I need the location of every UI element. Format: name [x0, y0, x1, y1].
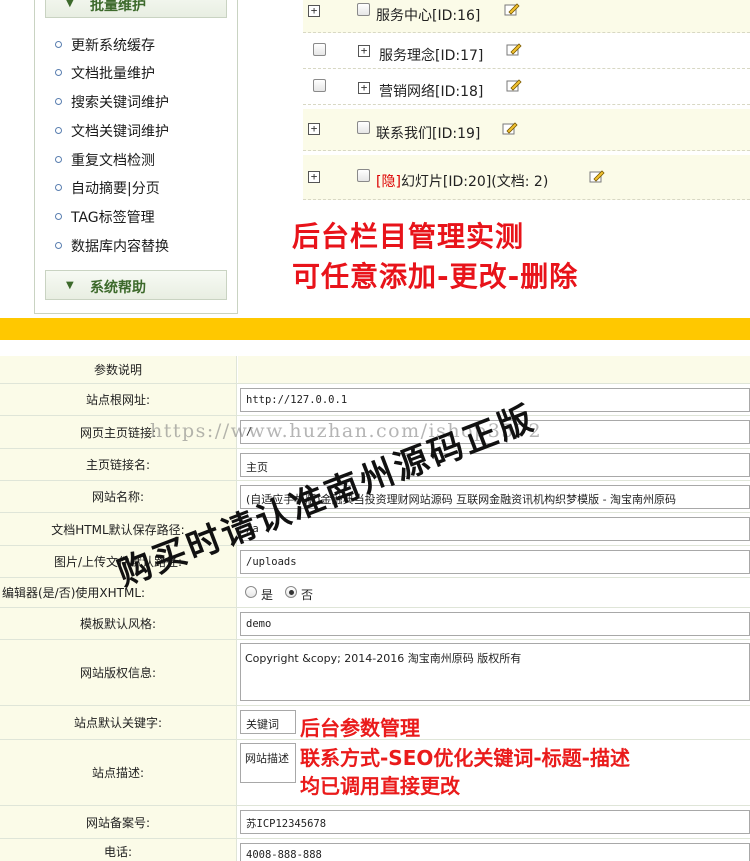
expand-icon[interactable]: + — [308, 123, 320, 135]
category-label[interactable]: 服务理念[ID:17] — [379, 45, 483, 65]
bullet-icon — [55, 127, 62, 134]
overlay-red-line2: 均已调用直接更改 — [300, 774, 460, 798]
banner-subtitle: 可任意添加-更改-删除 — [292, 260, 579, 293]
edit-icon[interactable] — [589, 169, 605, 183]
copyright-textarea[interactable]: Copyright &copy; 2014-2016 淘宝南州原码 版权所有 — [240, 643, 750, 701]
settings-row: 网站版权信息: Copyright &copy; 2014-2016 淘宝南州原… — [0, 640, 750, 706]
settings-row: 编辑器(是/否)使用XHTML: 是 否 — [0, 578, 750, 608]
field-label: 网站名称: — [0, 481, 237, 512]
field-label: 主页链接名: — [0, 449, 237, 480]
sidebar-section-title: 系统帮助 — [90, 280, 146, 296]
icp-input[interactable]: 苏ICP12345678 — [240, 810, 750, 834]
sidebar: ▼ 批量维护 更新系统缓存 文档批量维护 搜索关键词维护 文档关键词维护 重复文… — [34, 0, 238, 314]
expand-icon[interactable]: + — [358, 45, 370, 57]
category-checkbox[interactable] — [313, 79, 326, 92]
description-textarea[interactable]: 网站描述 — [240, 743, 296, 783]
tree-row: + 服务理念[ID:17] — [303, 37, 750, 69]
category-label: 幻灯片[ID:20](文档: 2) — [400, 174, 549, 190]
category-checkbox[interactable] — [357, 169, 370, 182]
sidebar-item-label: TAG标签管理 — [71, 210, 155, 226]
banner-title: 后台栏目管理实测 — [292, 220, 525, 253]
sidebar-item-label: 文档批量维护 — [71, 66, 155, 82]
field-label: 网站备案号: — [0, 806, 237, 838]
tree-row: + 服务中心[ID:16] — [303, 0, 750, 33]
edit-icon[interactable] — [502, 121, 518, 135]
upload-path-input[interactable]: /uploads — [240, 550, 750, 574]
sidebar-item-label: 搜索关键词维护 — [71, 95, 169, 111]
category-label[interactable]: 联系我们[ID:19] — [376, 123, 480, 143]
category-label[interactable]: 营销网络[ID:18] — [379, 81, 483, 101]
tree-row: + [隐]幻灯片[ID:20](文档: 2) — [303, 155, 750, 200]
edit-icon[interactable] — [506, 78, 522, 92]
bullet-icon — [55, 156, 62, 163]
sidebar-item-label: 自动摘要|分页 — [71, 181, 160, 197]
phone-input[interactable]: 4008-888-888 — [240, 843, 750, 861]
overlay-red-line1: 联系方式-SEO优化关键词-标题-描述 — [300, 746, 630, 770]
bullet-icon — [55, 242, 62, 249]
bullet-icon — [55, 41, 62, 48]
sidebar-section-batch-maintenance[interactable]: ▼ 批量维护 — [45, 0, 227, 18]
radio-yes-label: 是 — [261, 588, 274, 602]
settings-row: 网站备案号: 苏ICP12345678 — [0, 806, 750, 839]
category-checkbox[interactable] — [313, 43, 326, 56]
radio-no[interactable] — [285, 586, 297, 598]
chevron-down-icon: ▼ — [66, 280, 74, 291]
category-checkbox[interactable] — [357, 121, 370, 134]
field-label: 网站版权信息: — [0, 640, 237, 705]
sidebar-section-title: 批量维护 — [90, 0, 146, 14]
edit-icon[interactable] — [504, 2, 520, 16]
divider-bar — [0, 318, 750, 340]
radio-yes[interactable] — [245, 586, 257, 598]
expand-icon[interactable]: + — [308, 171, 320, 183]
field-label: 电话: — [0, 839, 237, 861]
bullet-icon — [55, 69, 62, 76]
category-checkbox[interactable] — [357, 3, 370, 16]
edit-icon[interactable] — [506, 42, 522, 56]
settings-header: 参数说明 — [0, 356, 237, 383]
sidebar-item-label: 重复文档检测 — [71, 153, 155, 169]
sidebar-section-system-help[interactable]: ▼ 系统帮助 — [45, 270, 227, 300]
bullet-icon — [55, 213, 62, 220]
field-label: 编辑器(是/否)使用XHTML: — [0, 578, 237, 607]
chevron-down-icon: ▼ — [66, 0, 74, 9]
field-label: 站点根网址: — [0, 384, 237, 415]
expand-icon[interactable]: + — [308, 5, 320, 17]
overlay-red-title: 后台参数管理 — [300, 716, 420, 740]
template-style-input[interactable]: demo — [240, 612, 750, 636]
sidebar-item-label: 更新系统缓存 — [71, 38, 155, 54]
field-label: 站点描述: — [0, 740, 237, 805]
category-management-panel: ▼ 批量维护 更新系统缓存 文档批量维护 搜索关键词维护 文档关键词维护 重复文… — [0, 0, 750, 318]
settings-row: 模板默认风格: demo — [0, 608, 750, 640]
category-label[interactable]: 服务中心[ID:16] — [376, 5, 480, 25]
sidebar-item-label: 文档关键词维护 — [71, 124, 169, 140]
radio-no-label: 否 — [301, 588, 314, 602]
category-label-hidden[interactable]: [隐]幻灯片[ID:20](文档: 2) — [376, 171, 548, 191]
bullet-icon — [55, 98, 62, 105]
settings-row: 文档HTML默认保存路径: /a — [0, 513, 750, 546]
settings-row: 站点根网址: http://127.0.0.1 — [0, 384, 750, 416]
field-label: 站点默认关键字: — [0, 706, 237, 739]
settings-header-row: 参数说明 — [0, 356, 750, 384]
tree-row: + 联系我们[ID:19] — [303, 109, 750, 151]
field-label: 模板默认风格: — [0, 608, 237, 639]
bullet-icon — [55, 184, 62, 191]
keywords-input[interactable]: 关键词 — [240, 710, 296, 734]
settings-row: 电话: 4008-888-888 — [0, 839, 750, 861]
expand-icon[interactable]: + — [358, 82, 370, 94]
hidden-tag: [隐] — [376, 174, 401, 190]
tree-row: + 营销网络[ID:18] — [303, 71, 750, 105]
sidebar-item-label: 数据库内容替换 — [71, 239, 169, 255]
